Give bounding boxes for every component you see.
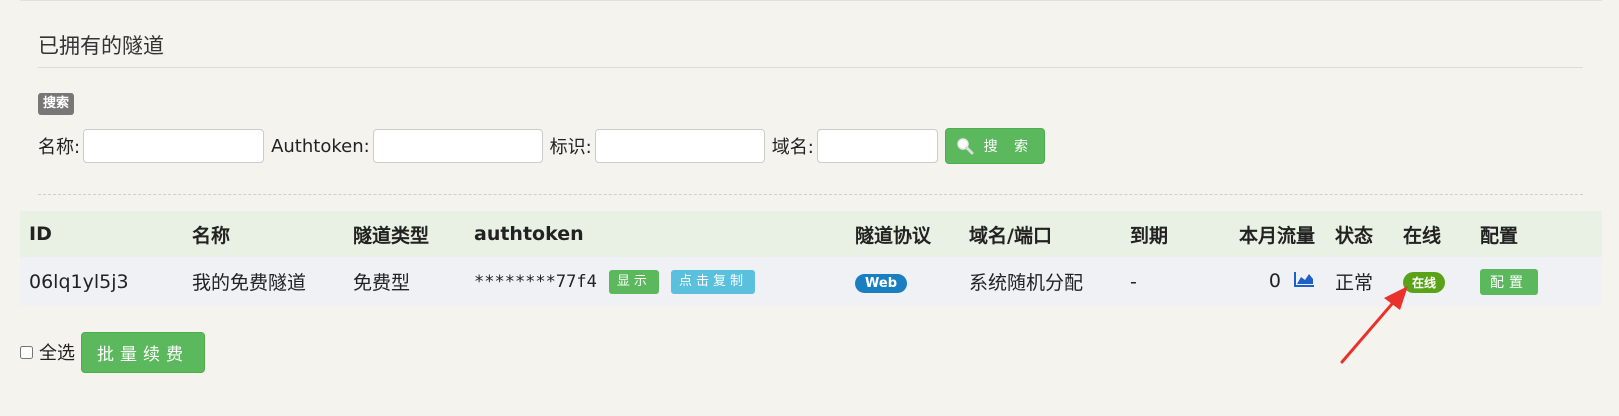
header-name: 名称 (192, 224, 231, 247)
search-form: 名称: Authtoken: 标识: 域名: 搜 索 (38, 127, 1045, 165)
search-button[interactable]: 搜 索 (944, 128, 1045, 164)
top-divider (20, 0, 1602, 1)
authtoken-input[interactable] (372, 129, 543, 163)
domain-label: 域名: (771, 137, 814, 158)
traffic-value: 0 (1268, 270, 1281, 292)
tag-input[interactable] (594, 129, 765, 163)
annotation-arrow-icon (1340, 286, 1408, 364)
header-expire: 到期 (1130, 224, 1169, 247)
search-icon (956, 137, 974, 155)
header-type: 隧道类型 (353, 224, 430, 247)
cell-id: 06lq1yl5j3 (29, 270, 129, 293)
select-all-checkbox[interactable] (20, 345, 33, 359)
name-input[interactable] (83, 129, 265, 163)
header-domain: 域名/端口 (969, 224, 1052, 247)
bulk-renew-button[interactable]: 批量续费 (81, 331, 205, 373)
header-status: 状态 (1335, 224, 1374, 247)
dashed-divider (38, 194, 1583, 195)
header-authtoken: authtoken (474, 223, 584, 245)
header-id: ID (29, 223, 52, 245)
cell-authtoken: ********77f4 显示 点击复制 (474, 257, 855, 306)
name-label: 名称: (38, 137, 81, 158)
search-badge: 搜索 (38, 93, 75, 115)
protocol-badge: Web (855, 274, 907, 293)
domain-input[interactable] (816, 129, 938, 163)
select-all-label: 全选 (39, 343, 75, 364)
cell-type: 免费型 (353, 272, 411, 294)
authtoken-masked: ********77f4 (474, 271, 597, 292)
table-header-row: ID 名称 隧道类型 authtoken 隧道协议 域名/端口 到期 本月流量 … (20, 211, 1602, 257)
section-title: 已拥有的隧道 (38, 34, 164, 58)
header-config: 配置 (1480, 224, 1519, 247)
header-protocol: 隧道协议 (855, 224, 932, 247)
show-token-button[interactable]: 显示 (608, 269, 659, 294)
config-button[interactable]: 配置 (1480, 268, 1538, 295)
authtoken-label: Authtoken: (271, 135, 370, 157)
header-traffic: 本月流量 (1238, 224, 1315, 247)
cell-traffic: 0 (1195, 257, 1335, 306)
title-divider (38, 67, 1583, 68)
cell-protocol: Web (855, 257, 969, 306)
copy-token-button[interactable]: 点击复制 (670, 269, 755, 294)
cell-config: 配置 (1480, 257, 1602, 306)
area-chart-icon[interactable] (1293, 270, 1315, 293)
cell-domain: 系统随机分配 (969, 272, 1084, 294)
cell-expire: - (1130, 270, 1137, 293)
tag-label: 标识: (549, 137, 592, 158)
header-online: 在线 (1403, 224, 1442, 247)
cell-name: 我的免费隧道 (192, 272, 307, 294)
search-button-label: 搜 索 (983, 139, 1035, 155)
bulk-actions: 全选 批量续费 (20, 331, 205, 373)
